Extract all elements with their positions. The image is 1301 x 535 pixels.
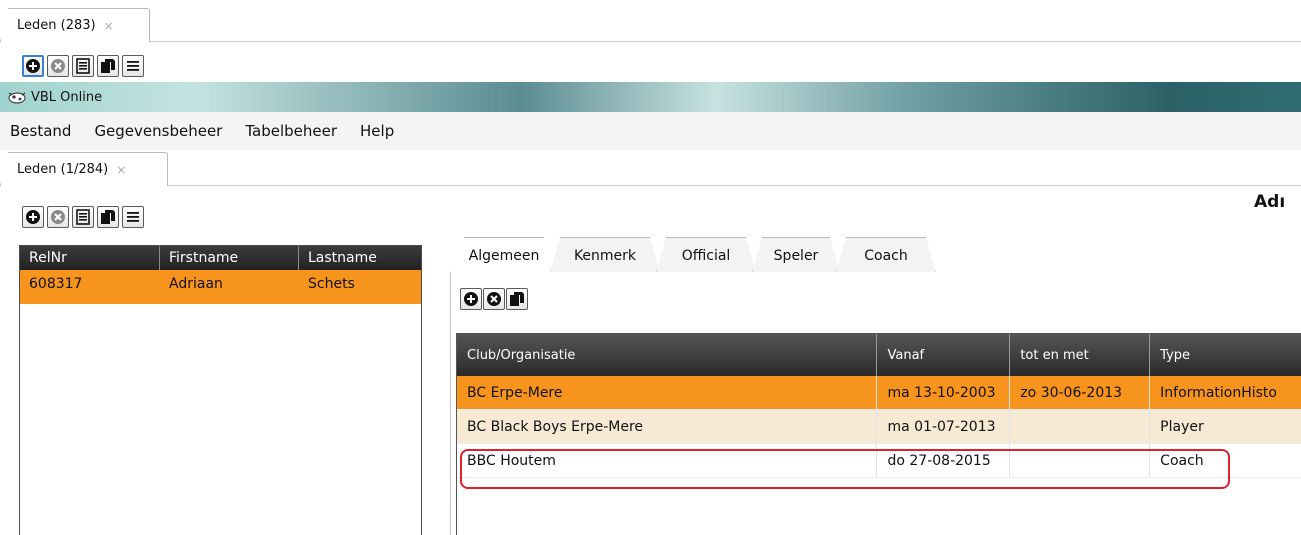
cell-from: ma 01-07-2013 (877, 410, 1011, 443)
remove-icon (487, 292, 501, 306)
members-table: RelNr Firstname Lastname 608317 Adriaan … (19, 245, 422, 535)
window-titlebar[interactable]: VBL Online (0, 82, 1301, 112)
add-club-button[interactable] (460, 288, 482, 310)
window-title: VBL Online (31, 89, 103, 105)
clubs-table-header: Club/Organisatie Vanaf tot en met Type (457, 334, 1301, 376)
add-button[interactable] (22, 55, 44, 77)
members-toolbar (22, 206, 144, 228)
tab-algemeen[interactable]: Algemeen (454, 237, 554, 274)
column-header-lastname[interactable]: Lastname (299, 246, 421, 270)
add-icon (26, 210, 40, 224)
add-button[interactable] (22, 206, 44, 228)
app-cow-icon (8, 92, 26, 104)
cell-to: zo 30-06-2013 (1010, 376, 1151, 409)
menu-help[interactable]: Help (360, 122, 394, 140)
list-icon (127, 61, 139, 71)
tab-label: Leden (1/284) (17, 162, 109, 177)
tab-label: Leden (283) (17, 18, 96, 33)
background-tabstrip (0, 0, 1301, 42)
cell-type: Player (1160, 418, 1204, 435)
table-row[interactable]: 608317 Adriaan Schets (20, 270, 421, 304)
tab-speler[interactable]: Speler (752, 237, 840, 273)
remove-club-button[interactable] (483, 288, 505, 310)
copy-icon (101, 210, 115, 224)
cell-club: BBC Houtem (457, 444, 878, 477)
cell-from: do 27-08-2015 (877, 444, 1011, 477)
cell-lastname: Schets (308, 276, 355, 292)
tab-coach[interactable]: Coach (836, 237, 936, 273)
cell-from: ma 13-10-2003 (877, 376, 1011, 409)
menubar: Bestand Gegevensbeheer Tabelbeheer Help (0, 112, 1301, 150)
copy-icon (510, 292, 524, 306)
close-icon[interactable]: × (116, 163, 126, 177)
details-button[interactable] (72, 206, 94, 228)
detail-tabstrip: Algemeen Kenmerk Official Speler Coach (450, 237, 1301, 273)
tab-kenmerk[interactable]: Kenmerk (550, 237, 660, 273)
tab-official[interactable]: Official (656, 237, 756, 273)
details-icon (76, 209, 90, 225)
tab-leden[interactable]: Leden (1/284) × (0, 152, 168, 186)
remove-icon (51, 59, 65, 73)
cell-to (1010, 410, 1151, 443)
list-button[interactable] (122, 206, 144, 228)
close-icon[interactable]: × (104, 19, 114, 33)
clubs-toolbar (460, 288, 528, 310)
column-header-to[interactable]: tot en met (1010, 334, 1151, 376)
list-button[interactable] (122, 55, 144, 77)
copy-button[interactable] (97, 206, 119, 228)
main-tabstrip (0, 150, 1301, 186)
column-header-firstname[interactable]: Firstname (160, 246, 299, 270)
column-header-club[interactable]: Club/Organisatie (457, 334, 878, 376)
copy-button[interactable] (97, 55, 119, 77)
column-header-relnr[interactable]: RelNr (20, 246, 160, 270)
copy-club-button[interactable] (506, 288, 528, 310)
cell-type: Coach (1160, 452, 1204, 469)
menu-tabelbeheer[interactable]: Tabelbeheer (245, 122, 337, 140)
details-icon (76, 58, 90, 74)
add-icon (464, 292, 478, 306)
menu-gegevensbeheer[interactable]: Gegevensbeheer (94, 122, 222, 140)
cell-club: BC Erpe-Mere (457, 376, 878, 409)
cell-club: BC Black Boys Erpe-Mere (457, 410, 878, 443)
cell-type: InformationHisto (1160, 384, 1277, 401)
add-icon (26, 59, 40, 73)
member-name-header: Adı (1254, 192, 1286, 212)
table-row[interactable]: BC Erpe-Mere ma 13-10-2003 zo 30-06-2013… (457, 376, 1301, 410)
remove-button[interactable] (47, 55, 69, 77)
cell-to (1010, 444, 1151, 477)
menu-bestand[interactable]: Bestand (10, 122, 71, 140)
table-row[interactable]: BC Black Boys Erpe-Mere ma 01-07-2013 Pl… (457, 410, 1301, 444)
cell-firstname: Adriaan (169, 276, 223, 292)
column-header-from[interactable]: Vanaf (877, 334, 1011, 376)
clubs-table: Club/Organisatie Vanaf tot en met Type B… (456, 333, 1301, 535)
cell-relnr: 608317 (29, 276, 83, 292)
members-table-header: RelNr Firstname Lastname (20, 246, 421, 270)
table-row[interactable]: BBC Houtem do 27-08-2015 Coach (457, 444, 1301, 478)
copy-icon (101, 59, 115, 73)
background-toolbar (22, 55, 144, 77)
background-window: Leden (283) × (0, 0, 1301, 82)
column-header-type[interactable]: Type (1150, 334, 1301, 376)
tab-leden-background[interactable]: Leden (283) × (0, 8, 150, 42)
details-button[interactable] (72, 55, 94, 77)
remove-icon (51, 210, 65, 224)
list-icon (127, 212, 139, 222)
remove-button[interactable] (47, 206, 69, 228)
